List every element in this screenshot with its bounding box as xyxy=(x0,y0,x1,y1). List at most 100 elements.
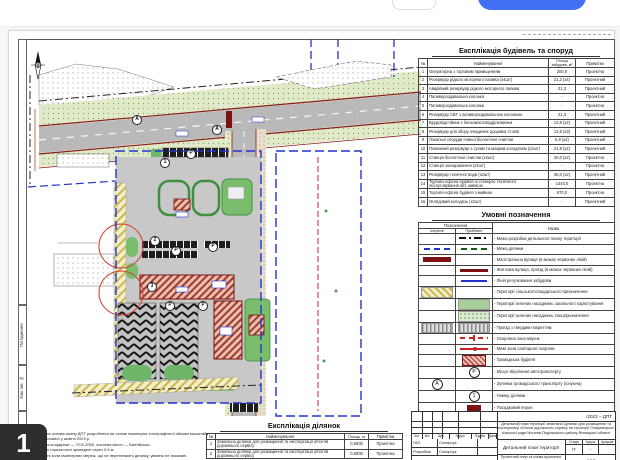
cell-area: - xyxy=(549,102,576,111)
sheet-value: - xyxy=(582,445,599,454)
legend-symbol-icon xyxy=(460,348,488,350)
fuel-island-2 xyxy=(193,181,219,215)
table-row: 14 Торгово-офісна будівля зі станцією те… xyxy=(419,179,615,189)
col-header-name: Назва xyxy=(493,223,615,234)
legend-symbol-accepted xyxy=(456,265,493,276)
cell-area: 36,0 (х2) xyxy=(549,171,576,180)
cell-notes: Проектна xyxy=(576,68,615,77)
cell-area: 0,5000 xyxy=(345,449,369,459)
legend-symbol-accepted xyxy=(456,255,493,266)
table-row: 1 Операторна з торговим приміщенням 200,… xyxy=(419,68,615,77)
legend-symbol-accepted xyxy=(456,244,493,255)
signature-rows: ГАП Солярчук Розробив Солярчук xyxy=(412,439,497,456)
legend-name: - Межа ділянки xyxy=(493,244,615,255)
legend-row: - Території сільськогосподарського призн… xyxy=(419,286,615,298)
legend-symbol-existing xyxy=(419,355,456,367)
title-block: /2023 – ДПТ Детальний план території зем… xyxy=(411,411,616,460)
plot-number-marker: 1 xyxy=(160,158,170,168)
table-title: Умовні позначення xyxy=(432,210,600,221)
legend-symbol-existing: А xyxy=(419,379,456,391)
legend-name: - Місця зберігання автотранспорту xyxy=(493,367,615,379)
legend-symbol-icon: Р xyxy=(469,367,480,378)
legend-symbol-accepted xyxy=(456,333,493,344)
table-row: 7 Брудовідстійник з бензомасловідділювач… xyxy=(419,119,615,128)
legend-row: - Лінія регулювання забудови xyxy=(419,276,615,287)
legend-table: Умовні позначення Позначення Назва Існую… xyxy=(418,210,614,424)
legend-name: - Житлова вулиця, проїзд (в межах червон… xyxy=(493,265,615,276)
cell-name: Резервуар для збору очищених дощових сто… xyxy=(428,128,549,137)
legend-symbol-accepted xyxy=(456,379,493,391)
table-row: 5 Паливороздавальна колонка - Проектна xyxy=(419,102,615,111)
legend-symbol-accepted xyxy=(456,310,493,322)
cell-num: 11 xyxy=(419,153,428,162)
cell-notes: Проектний xyxy=(576,85,615,94)
legend-name: - Лінія регулювання забудови xyxy=(493,276,615,287)
legend-row: - Межі зони санітарної охорони xyxy=(419,344,615,355)
cell-name: Пожежний резервуар з сухим та мокрим кол… xyxy=(428,145,549,154)
legend-symbol-icon xyxy=(423,257,451,262)
legend-symbol-icon xyxy=(460,269,488,272)
legend-name: - Охоронна зона мереж xyxy=(493,333,615,344)
note-line: 3. Суцільні горизонталі проведені через … xyxy=(29,447,213,452)
primary-action-button[interactable] xyxy=(478,0,586,10)
cell-name: Торгово-офісна будівля з мийкою xyxy=(428,189,549,198)
legend-symbol-existing xyxy=(419,234,456,245)
cell-num: 5 xyxy=(419,102,428,111)
legend-symbol-icon xyxy=(461,248,487,250)
cell-name: Станція знезараження (х2шт) xyxy=(428,162,549,171)
note-line: 1. Графічна основа плану ДПТ розроблена … xyxy=(29,431,213,441)
legend-symbol-existing xyxy=(419,255,456,266)
legend-symbol-existing xyxy=(419,286,456,298)
table-title: Експлікація будівель та споруд xyxy=(432,46,600,57)
cell-name: Оглядовий колодязь (х2шт) xyxy=(428,197,549,206)
table-row: 9 Локальні споруди повної біологічної оч… xyxy=(419,136,615,145)
cell-notes: Проектна xyxy=(576,162,615,171)
cell-name: Резервуар СВГ з паливороздавальною колон… xyxy=(428,110,549,119)
cell-area: 21,8 (х2) xyxy=(549,145,576,154)
plots-explication-table: Експлікація ділянок № Найменування Площа… xyxy=(206,421,402,459)
legend-row: - Проїзд з твердим покриттям xyxy=(419,322,615,333)
legend-symbol-icon: 1 xyxy=(469,391,480,402)
legend-symbol-icon xyxy=(462,355,486,366)
table-row: 15 Торгово-офісна будівля з мийкою 970,0… xyxy=(419,189,615,198)
cell-name: Паливороздавальна колонка xyxy=(428,102,549,111)
legend-row: - Магістральна вулиця (в межах червоних … xyxy=(419,255,615,266)
cell-area: 21,3 xyxy=(549,85,576,94)
cell-area: - xyxy=(549,162,576,171)
project-description: Детальний план території земельної ділян… xyxy=(498,422,614,439)
legend-symbol-existing xyxy=(419,344,456,355)
organization: ФОП xyxy=(565,455,616,460)
cell-area: 970,0 xyxy=(549,189,576,198)
legend-symbol-icon xyxy=(458,323,490,333)
legend-symbol-icon: А xyxy=(432,379,443,390)
cell-num: 6 xyxy=(419,110,428,119)
col-header-name: Найменування xyxy=(428,59,549,68)
legend-row: - Житлова вулиця, проїзд (в межах червон… xyxy=(419,265,615,276)
table-row: 12 Станція знезараження (х2шт) - Проектн… xyxy=(419,162,615,171)
table-row: 8 Резервуар для збору очищених дощових с… xyxy=(419,128,615,137)
cell-num: 15 xyxy=(419,189,428,198)
parking-marker: Р xyxy=(208,242,218,252)
cell-notes: Проектний xyxy=(576,197,615,206)
site-plan-drawing xyxy=(26,31,421,418)
operator-building xyxy=(174,199,190,210)
legend-row: - Охоронна зона мереж xyxy=(419,333,615,344)
cell-name: Резервуар технічної води (х2шт) xyxy=(428,171,549,180)
cell-area: 200,0 xyxy=(549,68,576,77)
screen: Погодження Зам. інв. № Підпис і дата xyxy=(0,0,620,460)
secondary-button[interactable] xyxy=(392,0,436,10)
cell-notes: Проектний xyxy=(576,145,615,154)
legend-symbol-accepted xyxy=(456,234,493,245)
cell-notes: Проектний xyxy=(576,110,615,119)
legend-name: - Номер ділянки xyxy=(493,391,615,403)
legend-symbol-existing xyxy=(419,322,456,333)
legend-name: - Території зелених насаджень спецпризна… xyxy=(493,310,615,322)
table-row: 11 Станція біологічної очистки (х2шт) 36… xyxy=(419,153,615,162)
legend-symbol-existing xyxy=(419,276,456,287)
table-row: 4 Паливороздавальна колонка - Проектна xyxy=(419,93,615,102)
cell-notes: Проектний xyxy=(576,171,615,180)
legend-row: - Громадська будівля xyxy=(419,355,615,367)
cell-notes: Проектна xyxy=(576,153,615,162)
legend-symbol-icon xyxy=(421,323,453,333)
legend-symbol-accepted xyxy=(456,276,493,287)
